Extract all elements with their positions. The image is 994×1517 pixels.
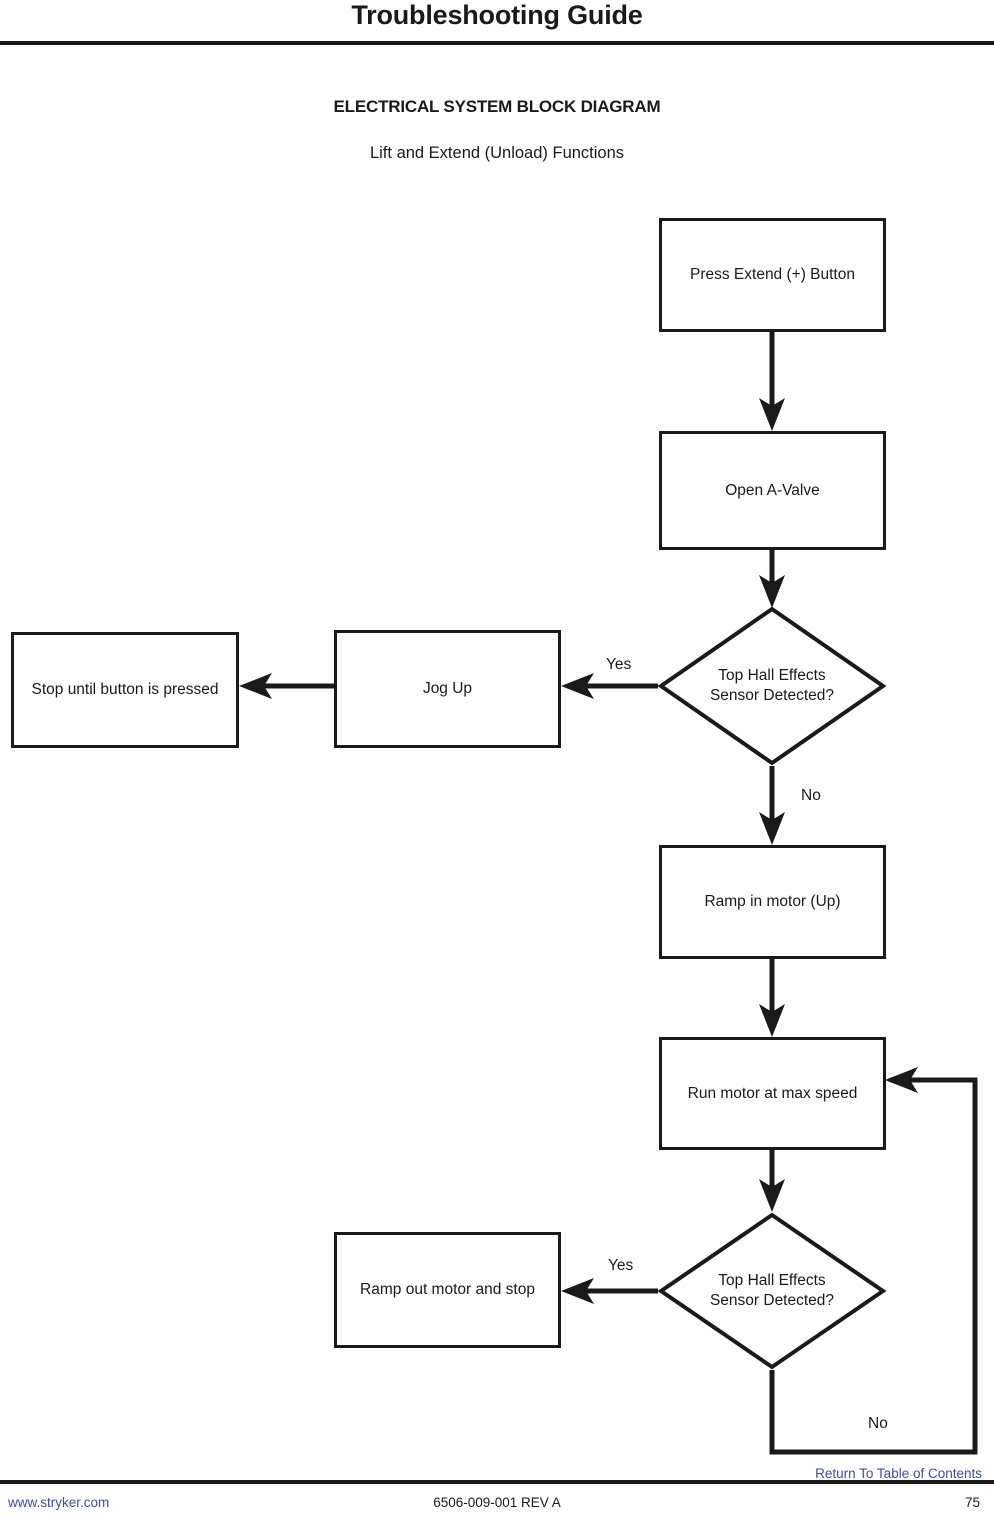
document-page: Troubleshooting Guide ELECTRICAL SYSTEM … (0, 0, 994, 1517)
node-label: Press Extend (+) Button (690, 266, 855, 284)
node-stop-until-button-pressed[interactable]: Stop until button is pressed (11, 632, 239, 748)
footer-divider (0, 1480, 994, 1484)
decision-label: Top Hall Effects Sensor Detected? (709, 1271, 835, 1309)
node-ramp-out-motor-and-stop[interactable]: Ramp out motor and stop (334, 1232, 561, 1348)
node-jog-up[interactable]: Jog Up (334, 630, 561, 748)
decision-top-hall-effects-sensor-lower[interactable]: Top Hall Effects Sensor Detected? (658, 1212, 886, 1370)
node-label: Open A-Valve (725, 481, 820, 499)
arrowhead-runmotor (759, 1004, 785, 1037)
decision-top-hall-effects-sensor-upper[interactable]: Top Hall Effects Sensor Detected? (658, 606, 886, 766)
arrowhead-valve (759, 398, 785, 431)
arrowhead-stop (239, 673, 272, 699)
node-ramp-in-motor[interactable]: Ramp in motor (Up) (659, 845, 886, 959)
diagram-title: ELECTRICAL SYSTEM BLOCK DIAGRAM (333, 97, 661, 116)
node-label: Ramp in motor (Up) (704, 893, 841, 911)
arrowhead-decision-bottom (759, 1179, 785, 1212)
footer-document-number: 6506-009-001 REV A (433, 1495, 561, 1510)
header-divider (0, 41, 994, 45)
diagram-subtitle: Lift and Extend (Unload) Functions (369, 144, 625, 162)
edge-label-yes-top: Yes (606, 656, 632, 673)
node-open-a-valve[interactable]: Open A-Valve (659, 431, 886, 550)
node-label: Ramp out motor and stop (360, 1281, 535, 1299)
return-to-table-of-contents-link[interactable]: Return To Table of Contents (815, 1466, 982, 1481)
arrowhead-rampin (759, 812, 785, 845)
node-label: Jog Up (422, 680, 473, 698)
edge-label-yes-bottom: Yes (608, 1257, 634, 1274)
arrowhead-loopback (885, 1067, 918, 1093)
node-press-extend-button[interactable]: Press Extend (+) Button (659, 218, 886, 332)
node-label: Run motor at max speed (687, 1084, 858, 1102)
edge-label-no-top: No (801, 787, 821, 804)
arrowhead-rampout (561, 1278, 594, 1304)
decision-label: Top Hall Effects Sensor Detected? (709, 666, 835, 704)
arrowhead-decision-top (759, 575, 785, 608)
footer-page-number: 75 (964, 1495, 980, 1510)
arrowhead-jogup (561, 673, 594, 699)
node-run-motor-max-speed[interactable]: Run motor at max speed (659, 1037, 886, 1150)
edge-label-no-bottom: No (868, 1415, 888, 1432)
page-title: Troubleshooting Guide (351, 0, 643, 30)
node-label: Stop until button is pressed (31, 681, 219, 699)
